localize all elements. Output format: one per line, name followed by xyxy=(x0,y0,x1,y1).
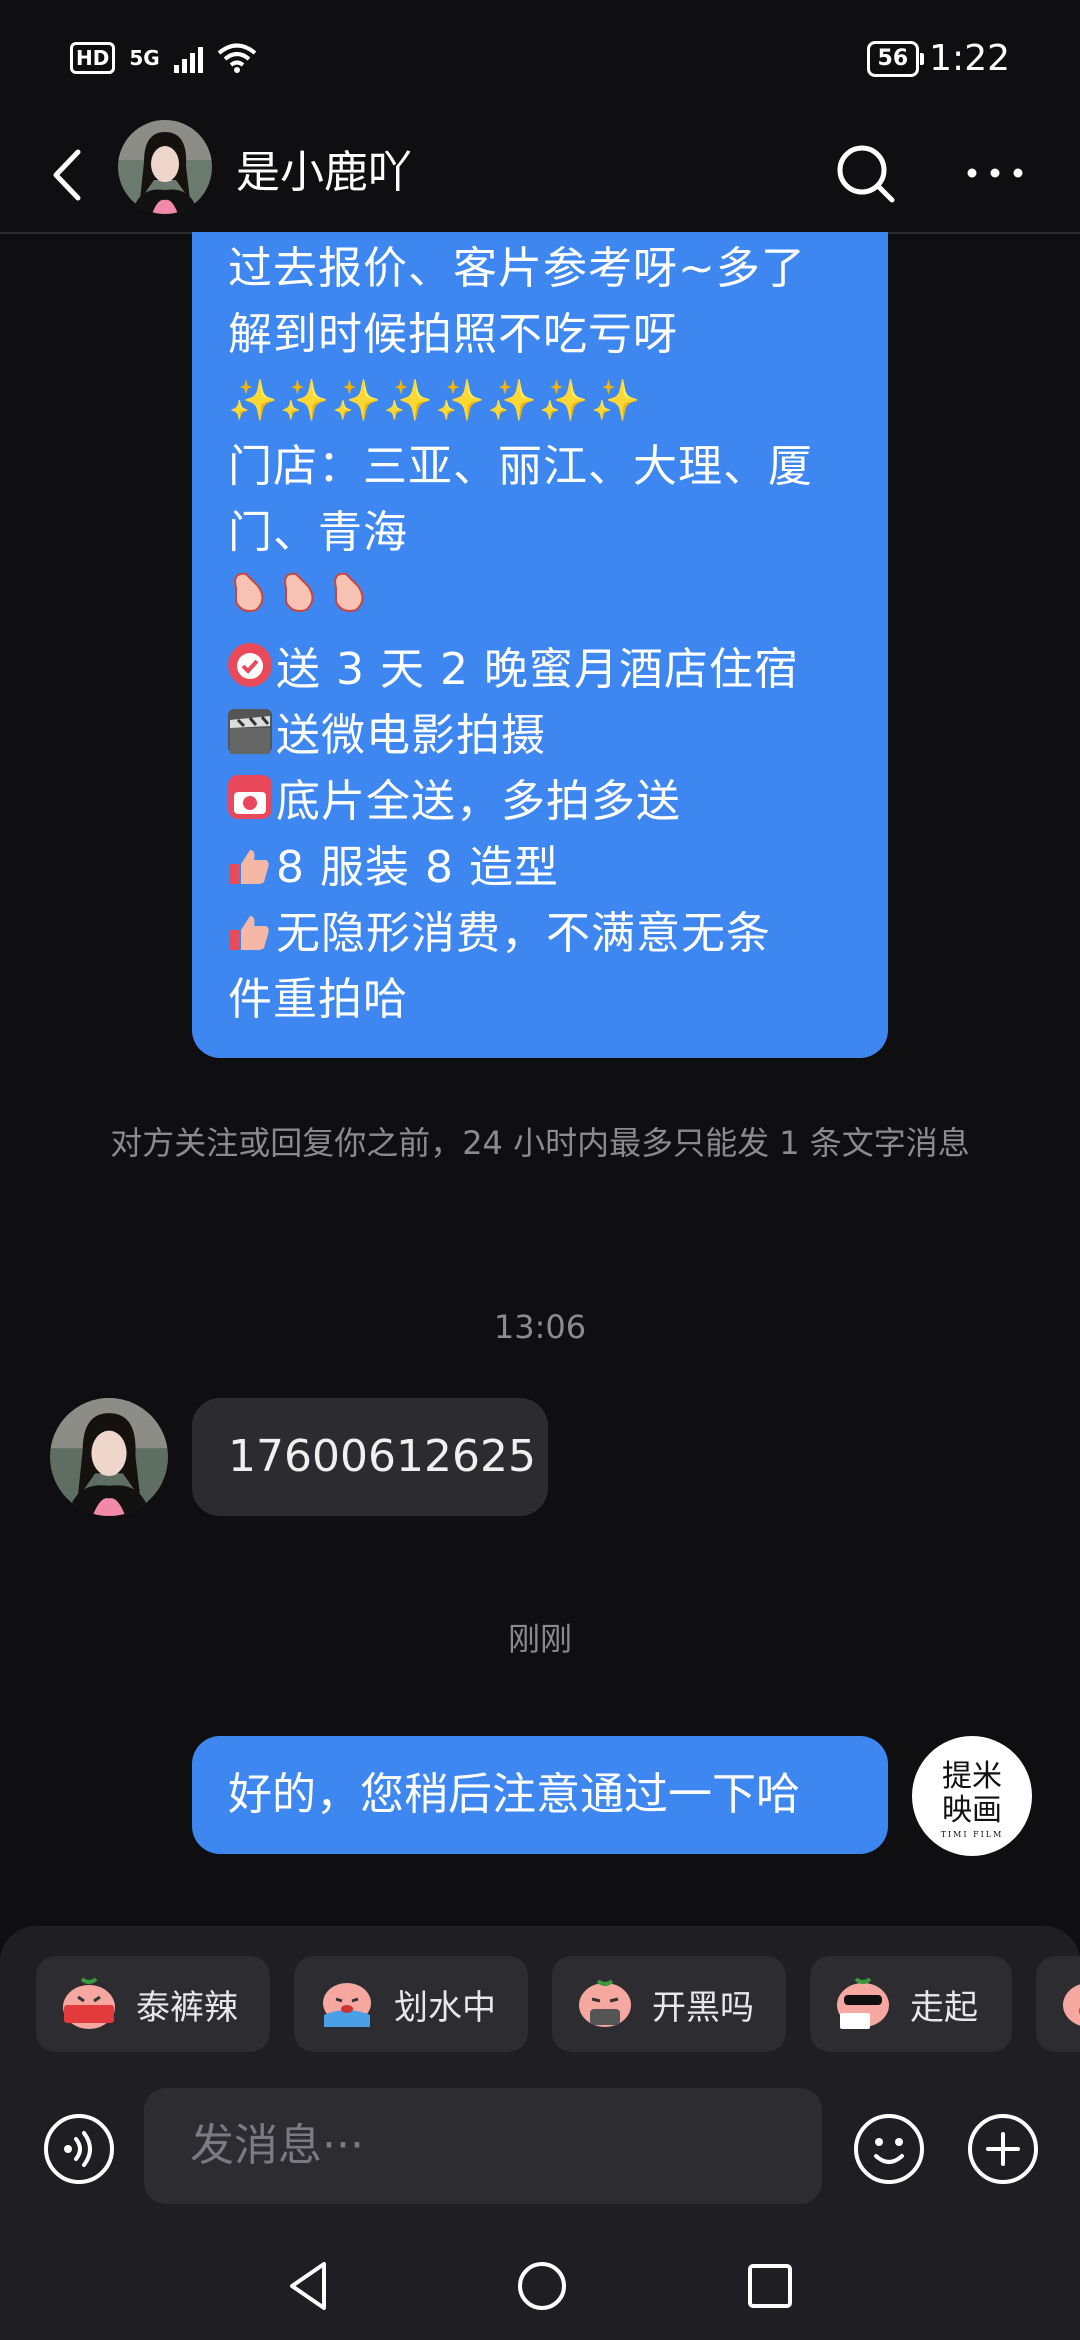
contact-avatar-message[interactable] xyxy=(50,1398,168,1516)
thumbs-up-icon xyxy=(228,841,272,885)
sticker-face-icon xyxy=(63,1977,115,2029)
clock: 1:22 xyxy=(929,38,1010,79)
avatar-text: 提米 xyxy=(942,1759,1002,1794)
message-bubble-outgoing[interactable]: 好的，您稍后注意通过一下哈 xyxy=(192,1736,888,1854)
nav-recents-icon[interactable] xyxy=(742,2258,798,2314)
chat-header: 是小鹿吖 xyxy=(0,120,1080,234)
wifi-icon xyxy=(217,43,256,73)
system-nav-bar xyxy=(0,2240,1080,2340)
search-icon[interactable] xyxy=(830,138,900,208)
battery-indicator: 56 xyxy=(866,40,924,77)
promo-line: 门店：三亚、丽江、大理、厦 xyxy=(228,441,813,492)
hd-badge: HD xyxy=(70,42,116,74)
promo-line-photos: 底片全送，多拍多送 xyxy=(228,769,852,835)
sticker-face-icon xyxy=(1063,1984,1080,2026)
check-badge-icon xyxy=(228,643,272,687)
sticker-label: 开黑吗 xyxy=(652,1987,754,2028)
status-left: HD 5G xyxy=(70,42,257,74)
sticker-chip-huashui[interactable]: 划水中 xyxy=(294,1956,528,2052)
status-bar: HD 5G 56 1:22 xyxy=(0,0,1080,120)
promo-line: 解到时候拍照不吃亏呀 xyxy=(228,309,678,360)
sticker-face-icon xyxy=(323,1983,371,2027)
avatar-image xyxy=(118,120,212,214)
network-label: 5G xyxy=(129,46,160,70)
clap-row xyxy=(228,566,852,637)
more-icon[interactable] xyxy=(960,138,1030,208)
sparkles-row: ✨✨✨✨✨✨✨✨ xyxy=(228,378,643,424)
clap-icon xyxy=(234,572,364,612)
promo-line: 件重拍哈 xyxy=(228,974,408,1025)
sticker-chip-taikula[interactable]: 泰裤辣 xyxy=(36,1956,270,2052)
signal-icon xyxy=(173,43,203,73)
avatar-image xyxy=(50,1398,168,1516)
plus-icon[interactable] xyxy=(966,2112,1040,2186)
promo-line-film: 送微电影拍摄 xyxy=(228,703,852,769)
camera-icon xyxy=(228,775,272,819)
nav-home-icon[interactable] xyxy=(512,2256,572,2316)
system-notice: 对方关注或回复你之前，24 小时内最多只能发 1 条文字消息 xyxy=(110,1124,970,1162)
promo-text: 底片全送，多拍多送 xyxy=(276,776,681,827)
contact-avatar[interactable] xyxy=(118,120,212,214)
avatar-subtext: TIMI FILM xyxy=(940,1830,1004,1839)
promo-line-hotel: 送 3 天 2 晚蜜月酒店住宿 xyxy=(228,637,852,703)
promo-line-nofee: 无隐形消费，不满意无条 xyxy=(228,901,852,967)
promo-text: 送微电影拍摄 xyxy=(276,710,546,761)
message-bubble-incoming[interactable]: 17600612625 xyxy=(192,1398,548,1516)
composer-panel: 泰裤辣 划水中 开黑吗 走起 发消息··· xyxy=(0,1926,1080,2340)
nav-back-icon[interactable] xyxy=(280,2256,340,2316)
my-avatar[interactable]: 提米 映画 TIMI FILM xyxy=(912,1736,1032,1856)
promo-line: 过去报价、客片参考呀~多了 xyxy=(228,243,806,294)
timestamp: 刚刚 xyxy=(507,1620,572,1658)
promo-line: 门、青海 xyxy=(228,507,408,558)
status-right: 56 1:22 xyxy=(866,38,1010,79)
sticker-face-icon xyxy=(837,1977,889,2029)
sticker-chip-kaihei[interactable]: 开黑吗 xyxy=(552,1956,786,2052)
promo-text: 送 3 天 2 晚蜜月酒店住宿 xyxy=(276,644,799,695)
sticker-label: 泰裤辣 xyxy=(136,1987,238,2028)
sticker-label: 走起 xyxy=(910,1987,978,2028)
voice-input-icon[interactable] xyxy=(42,2112,116,2186)
quick-sticker-row[interactable]: 泰裤辣 划水中 开黑吗 走起 xyxy=(36,1956,1080,2052)
sticker-chip-more[interactable] xyxy=(1036,1956,1080,2052)
contact-name[interactable]: 是小鹿吖 xyxy=(236,136,412,200)
message-bubble-promo[interactable]: 过去报价、客片参考呀~多了 解到时候拍照不吃亏呀 ✨✨✨✨✨✨✨✨ 门店：三亚、… xyxy=(192,232,888,1058)
emoji-icon[interactable] xyxy=(852,2112,926,2186)
sticker-face-icon xyxy=(579,1979,631,2027)
clapperboard-icon xyxy=(228,709,272,754)
promo-line-outfits: 8 服装 8 造型 xyxy=(228,835,852,901)
promo-text: 8 服装 8 造型 xyxy=(276,842,559,893)
sticker-chip-zouqi[interactable]: 走起 xyxy=(810,1956,1012,2052)
promo-text: 无隐形消费，不满意无条 xyxy=(276,908,771,959)
message-input[interactable]: 发消息··· xyxy=(144,2088,822,2204)
thumbs-up-icon xyxy=(228,907,272,951)
sticker-label: 划水中 xyxy=(394,1987,496,2028)
avatar-text: 映画 xyxy=(942,1793,1002,1828)
timestamp: 13:06 xyxy=(493,1308,587,1346)
back-icon[interactable] xyxy=(40,140,100,210)
